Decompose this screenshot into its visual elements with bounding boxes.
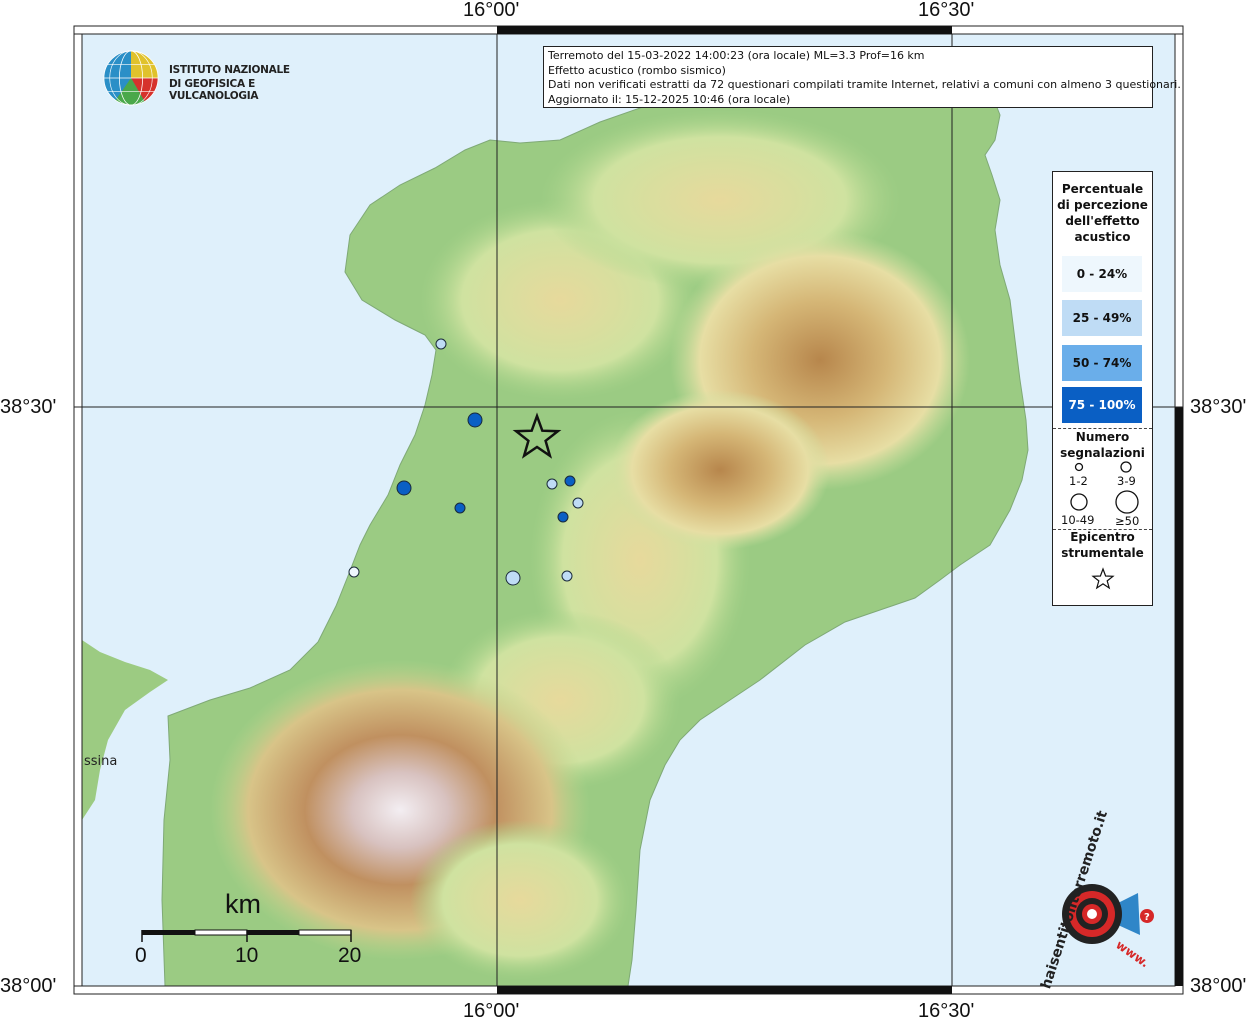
event-updated: Aggiornato il: 15-12-2025 10:46 (ora loc… bbox=[548, 92, 791, 106]
lon-label-top-right: 16°30' bbox=[918, 0, 975, 21]
observation-marker bbox=[572, 497, 584, 509]
observation-marker bbox=[564, 475, 576, 487]
observation-marker bbox=[557, 511, 569, 523]
scale-tick-10: 10 bbox=[235, 944, 259, 967]
svg-text:?: ? bbox=[1144, 912, 1150, 923]
place-label-messina: ssina bbox=[84, 754, 118, 769]
relief-sila bbox=[610, 390, 830, 550]
lon-label-top-left: 16°00' bbox=[463, 0, 520, 21]
size-symbol-3-9 bbox=[1120, 461, 1132, 473]
legend-count-title-1: Numero bbox=[1075, 430, 1130, 444]
legend-class-0: 0 - 24% bbox=[1062, 256, 1142, 292]
legend-title-2: di percezione bbox=[1057, 198, 1148, 212]
hsit-logo: ? haisentitoilterremoto.it www. bbox=[1030, 809, 1165, 991]
ingv-logo-line1: ISTITUTO NAZIONALE bbox=[169, 64, 290, 76]
legend-count-1-2: 1-2 bbox=[1069, 474, 1088, 488]
legend-class-2: 50 - 74% bbox=[1062, 345, 1142, 381]
legend-class-3-label: 75 - 100% bbox=[1068, 398, 1136, 412]
lon-label-bottom-left: 16°00' bbox=[463, 1000, 520, 1022]
star-icon bbox=[1091, 567, 1115, 590]
size-symbol-1-2 bbox=[1074, 462, 1084, 472]
observation-marker bbox=[467, 412, 483, 428]
ingv-globe-icon bbox=[103, 50, 159, 106]
relief-hill bbox=[410, 820, 630, 980]
event-title: Terremoto del 15-03-2022 14:00:23 (ora l… bbox=[548, 49, 925, 62]
observation-marker bbox=[396, 480, 412, 496]
observation-marker bbox=[348, 566, 360, 578]
observation-marker bbox=[505, 570, 521, 586]
ingv-logo: ISTITUTO NAZIONALE DI GEOFISICA E VULCAN… bbox=[100, 47, 320, 111]
legend-panel: Percentuale di percezione dell'effetto a… bbox=[1052, 171, 1153, 606]
legend-class-1: 25 - 49% bbox=[1062, 300, 1142, 336]
lat-label-right-bottom: 38°00' bbox=[1190, 975, 1247, 997]
scale-tick-0: 0 bbox=[135, 944, 147, 967]
legend-count-50: ≥50 bbox=[1115, 514, 1140, 528]
lon-label-bottom-right: 16°30' bbox=[918, 1000, 975, 1022]
lat-label-right-top: 38°30' bbox=[1190, 396, 1247, 418]
event-effect: Effetto acustico (rombo sismico) bbox=[548, 63, 726, 77]
legend-epicenter-title-2: strumentale bbox=[1061, 546, 1144, 560]
event-info-box: Terremoto del 15-03-2022 14:00:23 (ora l… bbox=[543, 46, 1181, 108]
lat-label-left-bottom: 38°00' bbox=[0, 975, 57, 997]
observation-marker bbox=[435, 338, 447, 350]
legend-title-1: Percentuale bbox=[1061, 182, 1144, 196]
legend-title-3: dell'effetto bbox=[1065, 214, 1140, 228]
legend-count-10-49: 10-49 bbox=[1061, 513, 1095, 527]
legend-count-3-9: 3-9 bbox=[1117, 474, 1136, 488]
observation-marker bbox=[546, 478, 558, 490]
legend-class-1-label: 25 - 49% bbox=[1072, 311, 1132, 325]
event-data-note: Dati non verificati estratti da 72 quest… bbox=[548, 78, 1181, 91]
legend-epicenter-title-1: Epicentro bbox=[1070, 530, 1135, 544]
legend-class-0-label: 0 - 24% bbox=[1076, 267, 1128, 281]
size-symbol-50 bbox=[1115, 490, 1139, 514]
legend-size-symbols bbox=[1070, 461, 1139, 514]
legend-class-3: 75 - 100% bbox=[1062, 387, 1142, 423]
observation-marker bbox=[454, 502, 466, 514]
size-symbol-10-49 bbox=[1070, 493, 1088, 511]
observation-marker bbox=[561, 570, 573, 582]
legend-title-4: acustico bbox=[1074, 230, 1131, 244]
ingv-logo-line2: DI GEOFISICA E VULCANOLOGIA bbox=[169, 78, 259, 102]
lat-label-left-top: 38°30' bbox=[0, 396, 57, 418]
scale-unit-label: km bbox=[225, 889, 261, 919]
legend-class-2-label: 50 - 74% bbox=[1072, 356, 1132, 370]
scale-tick-20: 20 bbox=[338, 944, 362, 967]
